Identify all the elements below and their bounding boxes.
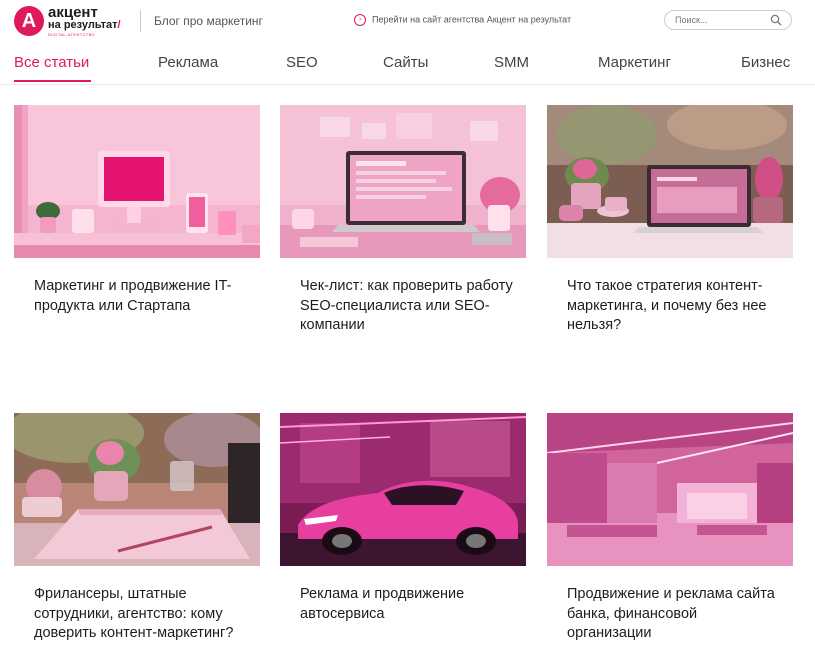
article-image-desk[interactable] bbox=[14, 105, 260, 258]
search-input[interactable] bbox=[675, 13, 767, 27]
article-card[interactable]: Чек-лист: как проверить работу SEO-специ… bbox=[280, 105, 526, 395]
logo-text-line2: на результат/ bbox=[48, 19, 121, 31]
site-header: А акцент на результат/ DIGITAL-АГЕНТСТВО… bbox=[0, 0, 815, 42]
article-card[interactable]: Реклама и продвижение автосервиса bbox=[280, 413, 526, 671]
tab-ads[interactable]: Реклама bbox=[158, 54, 218, 71]
article-image-notebook[interactable] bbox=[14, 413, 260, 566]
article-title[interactable]: Продвижение и реклама сайта банка, финан… bbox=[567, 585, 783, 644]
logo-mark: А bbox=[14, 6, 44, 36]
article-title[interactable]: Фрилансеры, штатные сотрудники, агентств… bbox=[34, 585, 250, 644]
blog-title[interactable]: Блог про маркетинг bbox=[154, 14, 263, 28]
tab-all[interactable]: Все статьи bbox=[14, 54, 89, 71]
header-divider bbox=[140, 10, 141, 32]
article-card[interactable]: Маркетинг и продвижение IT-продукта или … bbox=[14, 105, 260, 395]
article-image-laptop[interactable] bbox=[280, 105, 526, 258]
article-card[interactable]: Продвижение и реклама сайта банка, финан… bbox=[547, 413, 793, 671]
agency-link[interactable]: › Перейти на сайт агентства Акцент на рез… bbox=[354, 14, 571, 26]
article-title[interactable]: Реклама и продвижение автосервиса bbox=[300, 585, 516, 624]
logo-text-line1: акцент bbox=[48, 4, 98, 21]
active-tab-indicator bbox=[14, 80, 91, 82]
article-card[interactable]: Что такое стратегия контент-маркетинга, … bbox=[547, 105, 793, 395]
article-card[interactable]: Фрилансеры, штатные сотрудники, агентств… bbox=[14, 413, 260, 671]
logo-text-line3: DIGITAL-АГЕНТСТВО bbox=[48, 32, 96, 37]
tab-smm[interactable]: SMM bbox=[494, 54, 529, 71]
tab-sites[interactable]: Сайты bbox=[383, 54, 428, 71]
article-title[interactable]: Что такое стратегия контент-маркетинга, … bbox=[567, 277, 783, 336]
tab-business[interactable]: Бизнес bbox=[741, 54, 790, 71]
arrow-circle-icon: › bbox=[354, 14, 366, 26]
article-title[interactable]: Чек-лист: как проверить работу SEO-специ… bbox=[300, 277, 516, 336]
search-icon[interactable] bbox=[770, 14, 782, 26]
search-box[interactable] bbox=[664, 10, 792, 30]
tab-marketing[interactable]: Маркетинг bbox=[598, 54, 671, 71]
tab-seo[interactable]: SEO bbox=[286, 54, 318, 71]
agency-link-label: Перейти на сайт агентства Акцент на резу… bbox=[372, 14, 572, 25]
article-image-car[interactable] bbox=[280, 413, 526, 566]
article-image-bank-hall[interactable] bbox=[547, 413, 793, 566]
category-tabs: Все статьи Реклама SEO Сайты SMM Маркети… bbox=[0, 52, 815, 85]
article-title[interactable]: Маркетинг и продвижение IT-продукта или … bbox=[34, 277, 250, 316]
logo[interactable]: А акцент на результат/ DIGITAL-АГЕНТСТВО bbox=[14, 4, 132, 38]
article-image-cafe-laptop[interactable] bbox=[547, 105, 793, 258]
